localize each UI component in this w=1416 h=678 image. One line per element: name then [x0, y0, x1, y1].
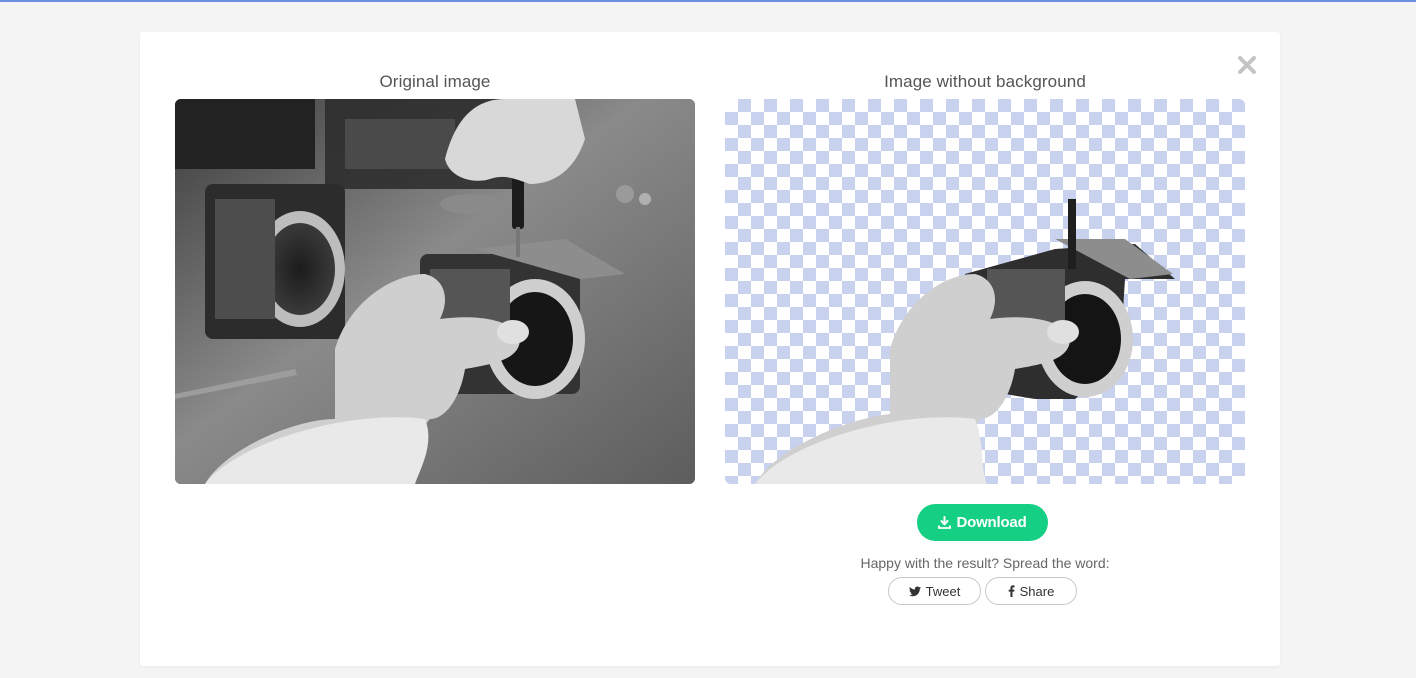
result-image: [725, 99, 1245, 484]
original-image-title: Original image: [379, 72, 491, 91]
share-prompt: Happy with the result? Spread the word:: [860, 555, 1110, 571]
share-label: Share: [1019, 583, 1055, 599]
result-modal: Original image Image without background: [140, 32, 1280, 666]
top-accent-line: [0, 0, 1416, 2]
facebook-icon: [1008, 585, 1015, 597]
tweet-button[interactable]: Tweet: [888, 577, 981, 605]
download-label: Download: [956, 514, 1027, 531]
tweet-label: Tweet: [925, 583, 961, 599]
result-image-title: Image without background: [884, 72, 1086, 91]
facebook-share-button[interactable]: Share: [985, 577, 1077, 605]
download-button[interactable]: Download: [917, 504, 1048, 541]
download-icon: [938, 516, 952, 529]
original-image: [175, 99, 695, 484]
twitter-icon: [908, 586, 921, 596]
